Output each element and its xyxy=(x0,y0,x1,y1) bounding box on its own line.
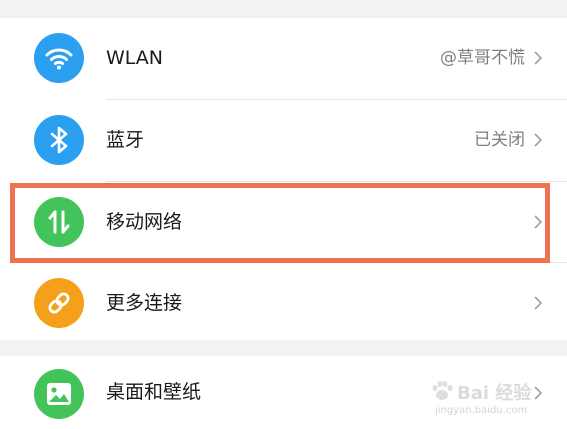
settings-item-label: 更多连接 xyxy=(106,292,183,314)
settings-page: WLAN @草哥不慌 蓝牙 已关闭 移动网络 更多连接 桌面和壁纸 Bai 经验… xyxy=(0,0,567,429)
settings-item-wlan[interactable]: WLAN @草哥不慌 xyxy=(0,18,567,98)
chevron-right-icon xyxy=(534,296,543,310)
paw-logo-icon xyxy=(432,381,453,400)
chevron-right-icon xyxy=(534,133,543,147)
watermark: Bai 经验 jingyan.baidu.com xyxy=(429,377,559,421)
watermark-text: Bai 经验 xyxy=(457,383,532,404)
link-icon xyxy=(34,278,84,328)
bluetooth-icon xyxy=(34,115,84,165)
connectivity-group: WLAN @草哥不慌 蓝牙 已关闭 移动网络 更多连接 xyxy=(0,18,567,340)
settings-item-label: 桌面和壁纸 xyxy=(106,381,202,403)
settings-item-more-connections[interactable]: 更多连接 xyxy=(0,263,567,343)
settings-item-label: 移动网络 xyxy=(106,211,183,233)
image-icon xyxy=(34,369,84,419)
settings-item-label: WLAN xyxy=(106,47,164,69)
chevron-right-icon xyxy=(534,215,543,229)
settings-item-bluetooth[interactable]: 蓝牙 已关闭 xyxy=(0,100,567,180)
wifi-icon xyxy=(34,33,84,83)
wlan-network-name: @草哥不慌 xyxy=(440,48,525,68)
watermark-url: jingyan.baidu.com xyxy=(435,405,528,416)
settings-item-label: 蓝牙 xyxy=(106,129,145,151)
settings-item-mobile-network[interactable]: 移动网络 xyxy=(0,182,567,262)
mobile-data-icon xyxy=(34,197,84,247)
chevron-right-icon xyxy=(534,51,543,65)
bluetooth-status: 已关闭 xyxy=(474,130,525,150)
